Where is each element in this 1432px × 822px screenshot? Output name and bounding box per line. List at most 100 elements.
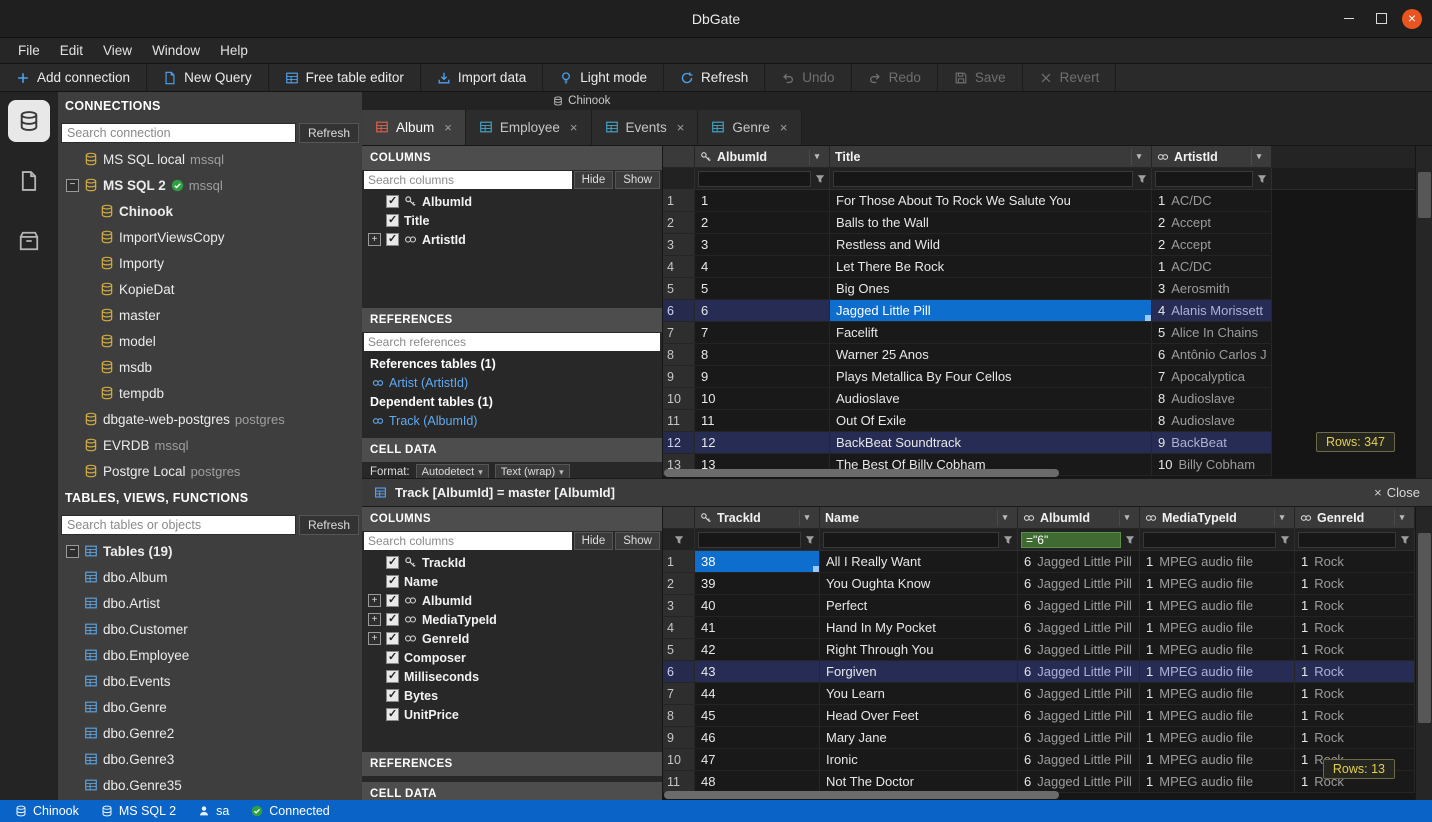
column-toggle-item[interactable]: Bytes [362,686,662,705]
cell-title[interactable]: Facelift [830,322,1152,344]
cell-albumid[interactable]: 7 [695,322,830,344]
cell-albumid[interactable]: 5 [695,278,830,300]
row-number[interactable]: 4 [663,617,695,639]
column-toggle-item[interactable]: UnitPrice [362,705,662,724]
cell-albumid[interactable]: 6Jagged Little Pill [1018,551,1140,573]
cell-trackid[interactable]: 38 [695,551,820,573]
show-columns-button[interactable]: Show [615,171,660,189]
rail-connections-tab[interactable] [8,100,50,142]
cell-title[interactable]: BackBeat Soundtrack [830,432,1152,454]
cell-name[interactable]: You Learn [820,683,1018,705]
cell-trackid[interactable]: 46 [695,727,820,749]
menu-item[interactable]: Edit [50,43,93,58]
table-item[interactable]: dbo.Genre2 [58,720,362,746]
reference-link-track[interactable]: Track (AlbumId) [362,411,662,430]
column-header-albumid[interactable]: AlbumId [695,146,830,168]
scrollbar-thumb[interactable] [1418,172,1431,218]
row-number[interactable]: 10 [663,388,695,410]
checkbox[interactable] [386,214,399,227]
cell-trackid[interactable]: 45 [695,705,820,727]
cell-trackid[interactable]: 39 [695,573,820,595]
expander-icon[interactable] [368,594,381,607]
row-number[interactable]: 2 [663,212,695,234]
cell-title[interactable]: Warner 25 Anos [830,344,1152,366]
checkbox[interactable] [386,708,399,721]
column-menu-icon[interactable] [809,149,824,165]
row-number[interactable]: 2 [663,573,695,595]
filter-input-albumid[interactable] [1021,532,1121,548]
filter-input-trackid[interactable] [698,532,801,548]
cell-trackid[interactable]: 48 [695,771,820,793]
cell-genreid[interactable]: 1Rock [1295,595,1415,617]
cell-albumid[interactable]: 6Jagged Little Pill [1018,771,1140,793]
connection-item[interactable]: master [58,302,362,328]
cell-albumid[interactable]: 6Jagged Little Pill [1018,683,1140,705]
cell-mediatypeid[interactable]: 1MPEG audio file [1140,661,1295,683]
cell-title[interactable]: Out Of Exile [830,410,1152,432]
cell-genreid[interactable]: 1Rock [1295,573,1415,595]
new-query-button[interactable]: New Query [147,64,269,91]
checkbox[interactable] [386,613,399,626]
vertical-scrollbar[interactable] [1415,146,1432,478]
row-number[interactable]: 6 [663,661,695,683]
rail-files-tab[interactable] [8,160,50,202]
menu-item[interactable]: View [93,43,142,58]
checkbox[interactable] [386,651,399,664]
expander-icon[interactable] [66,179,79,192]
connection-item[interactable]: tempdb [58,380,362,406]
tables-refresh-button[interactable]: Refresh [299,515,359,535]
cell-mediatypeid[interactable]: 1MPEG audio file [1140,683,1295,705]
row-number[interactable]: 1 [663,551,695,573]
cell-genreid[interactable]: 1Rock [1295,661,1415,683]
table-item[interactable]: dbo.Employee [58,642,362,668]
filter-input-artistid[interactable] [1155,171,1253,187]
cell-name[interactable]: Not The Doctor [820,771,1018,793]
corner-header-cell[interactable] [663,146,695,168]
cell-mediatypeid[interactable]: 1MPEG audio file [1140,639,1295,661]
column-toggle-item[interactable]: Milliseconds [362,667,662,686]
cell-mediatypeid[interactable]: 1MPEG audio file [1140,595,1295,617]
column-menu-icon[interactable] [1394,510,1409,526]
filter-icon[interactable] [1124,534,1136,546]
scrollbar-thumb[interactable] [664,469,1059,477]
checkbox[interactable] [386,632,399,645]
menu-item[interactable]: Help [210,43,258,58]
filter-icon[interactable] [1279,534,1291,546]
cell-trackid[interactable]: 44 [695,683,820,705]
refresh-button[interactable]: Refresh [664,64,765,91]
tab[interactable]: Events [592,110,699,145]
tables-search-input[interactable] [61,515,296,535]
cell-artistid[interactable]: 1AC/DC [1152,190,1272,212]
cell-trackid[interactable]: 40 [695,595,820,617]
cell-title[interactable]: Plays Metallica By Four Cellos [830,366,1152,388]
cell-name[interactable]: Hand In My Pocket [820,617,1018,639]
cell-albumid[interactable]: 1 [695,190,830,212]
table-item[interactable]: dbo.Customer [58,616,362,642]
checkbox[interactable] [386,670,399,683]
cell-artistid[interactable]: 4Alanis Morissett [1152,300,1272,322]
cell-albumid[interactable]: 6Jagged Little Pill [1018,617,1140,639]
maximize-button[interactable] [1370,8,1392,30]
cell-artistid[interactable]: 5Alice In Chains [1152,322,1272,344]
column-menu-icon[interactable] [1274,510,1289,526]
column-menu-icon[interactable] [997,510,1012,526]
column-header-title[interactable]: Title [830,146,1152,168]
cell-trackid[interactable]: 41 [695,617,820,639]
status-user[interactable]: sa [187,800,240,822]
connection-item[interactable]: Importy [58,250,362,276]
corner-header-cell[interactable] [663,507,695,529]
filter-input-mediatypeid[interactable] [1143,532,1276,548]
row-number[interactable]: 4 [663,256,695,278]
expander-icon[interactable] [368,632,381,645]
cell-title[interactable]: Let There Be Rock [830,256,1152,278]
light-mode-button[interactable]: Light mode [543,64,664,91]
connection-item[interactable]: KopieDat [58,276,362,302]
table-item[interactable]: dbo.Artist [58,590,362,616]
row-number[interactable]: 9 [663,366,695,388]
cell-mediatypeid[interactable]: 1MPEG audio file [1140,551,1295,573]
vertical-scrollbar[interactable] [1415,507,1432,800]
checkbox[interactable] [386,594,399,607]
tab[interactable]: Employee [466,110,592,145]
table-item[interactable]: dbo.Genre3 [58,746,362,772]
row-number[interactable]: 3 [663,234,695,256]
